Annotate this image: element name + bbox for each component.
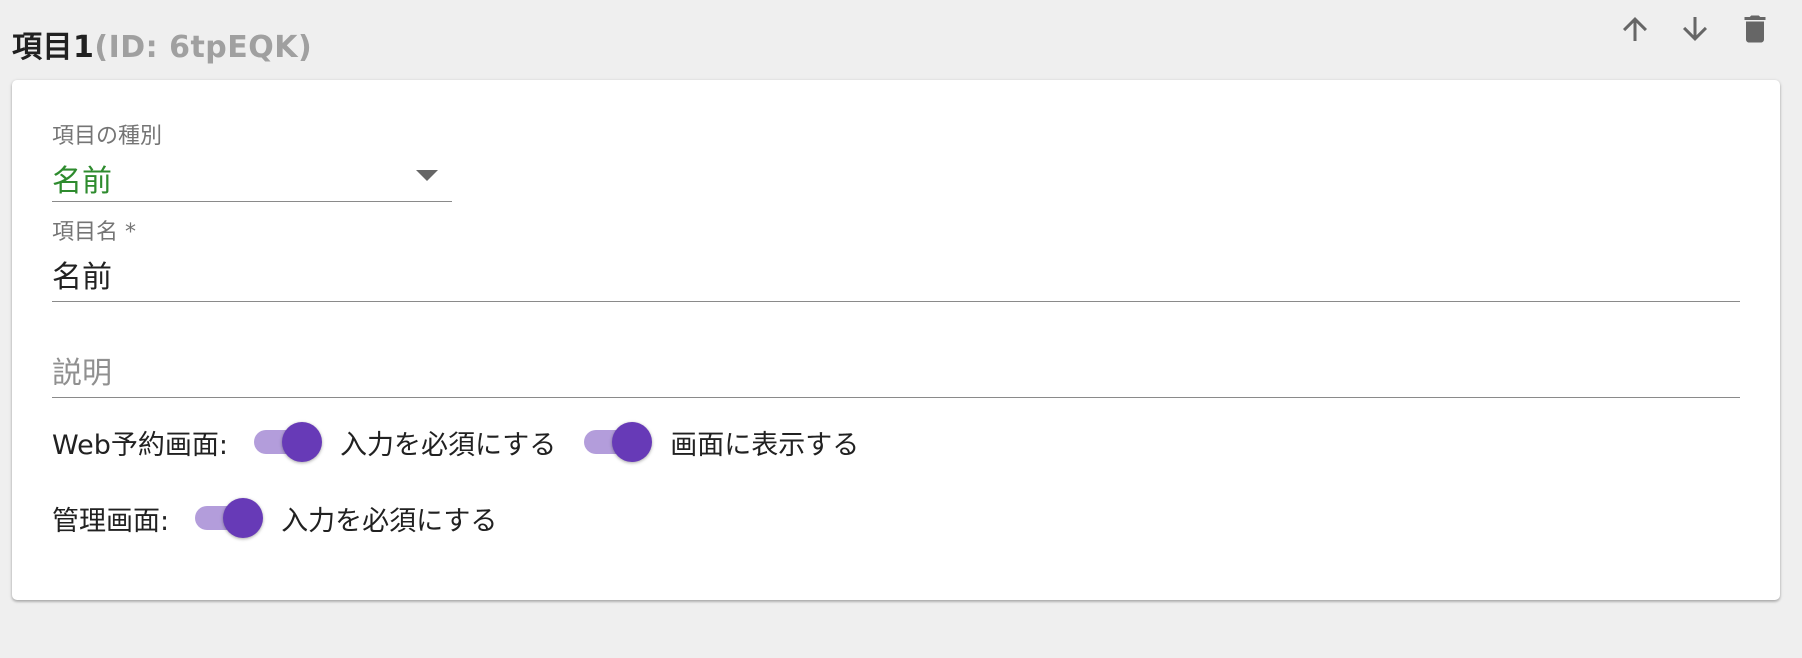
dropdown-arrow-icon (416, 170, 438, 181)
admin-required-label: 入力を必須にする (281, 505, 498, 537)
web-reservation-label: Web予約画面: (52, 429, 228, 461)
web-required-label: 入力を必須にする (339, 429, 557, 461)
item-type-value: 名前 (52, 163, 112, 199)
item-type-label: 項目の種別 (52, 124, 163, 149)
item-id: (ID: 6tpEQK) (94, 30, 313, 65)
description-input[interactable]: 説明 (52, 342, 1740, 398)
item-title: 項目1 (12, 30, 95, 65)
admin-screen-label: 管理画面: (52, 505, 170, 537)
web-display-toggle[interactable] (580, 420, 653, 464)
web-required-toggle[interactable] (250, 420, 322, 464)
web-display-label: 画面に表示する (670, 429, 860, 461)
toggle-thumb (281, 422, 322, 462)
item-header: 項目1(ID: 6tpEQK) (12, 22, 312, 66)
description-field[interactable]: 説明 (52, 342, 1740, 398)
move-up-button[interactable] (1614, 8, 1656, 50)
item-card: 項目の種別 名前 項目名 * 名前 説明 Web予約画面: 入力を必須にする 画… (12, 80, 1780, 600)
web-reservation-row: Web予約画面: 入力を必須にする 画面に表示する (52, 420, 883, 464)
item-name-label: 項目名 * (52, 220, 136, 245)
item-name-field[interactable]: 項目名 * 名前 (52, 214, 1740, 302)
toggle-thumb (223, 498, 264, 538)
item-actions (1614, 8, 1776, 50)
admin-screen-row: 管理画面: 入力を必須にする (52, 496, 521, 540)
admin-required-toggle[interactable] (191, 496, 264, 540)
item-type-select[interactable]: 項目の種別 名前 (52, 118, 452, 202)
item-type-control[interactable]: 名前 (52, 150, 452, 202)
move-down-button[interactable] (1674, 8, 1716, 50)
trash-icon (1744, 15, 1766, 43)
toggle-thumb (612, 422, 653, 462)
item-name-input[interactable]: 名前 (52, 246, 1740, 302)
arrow-up-icon (1623, 17, 1647, 41)
delete-button[interactable] (1734, 8, 1776, 50)
arrow-down-icon (1683, 17, 1707, 41)
